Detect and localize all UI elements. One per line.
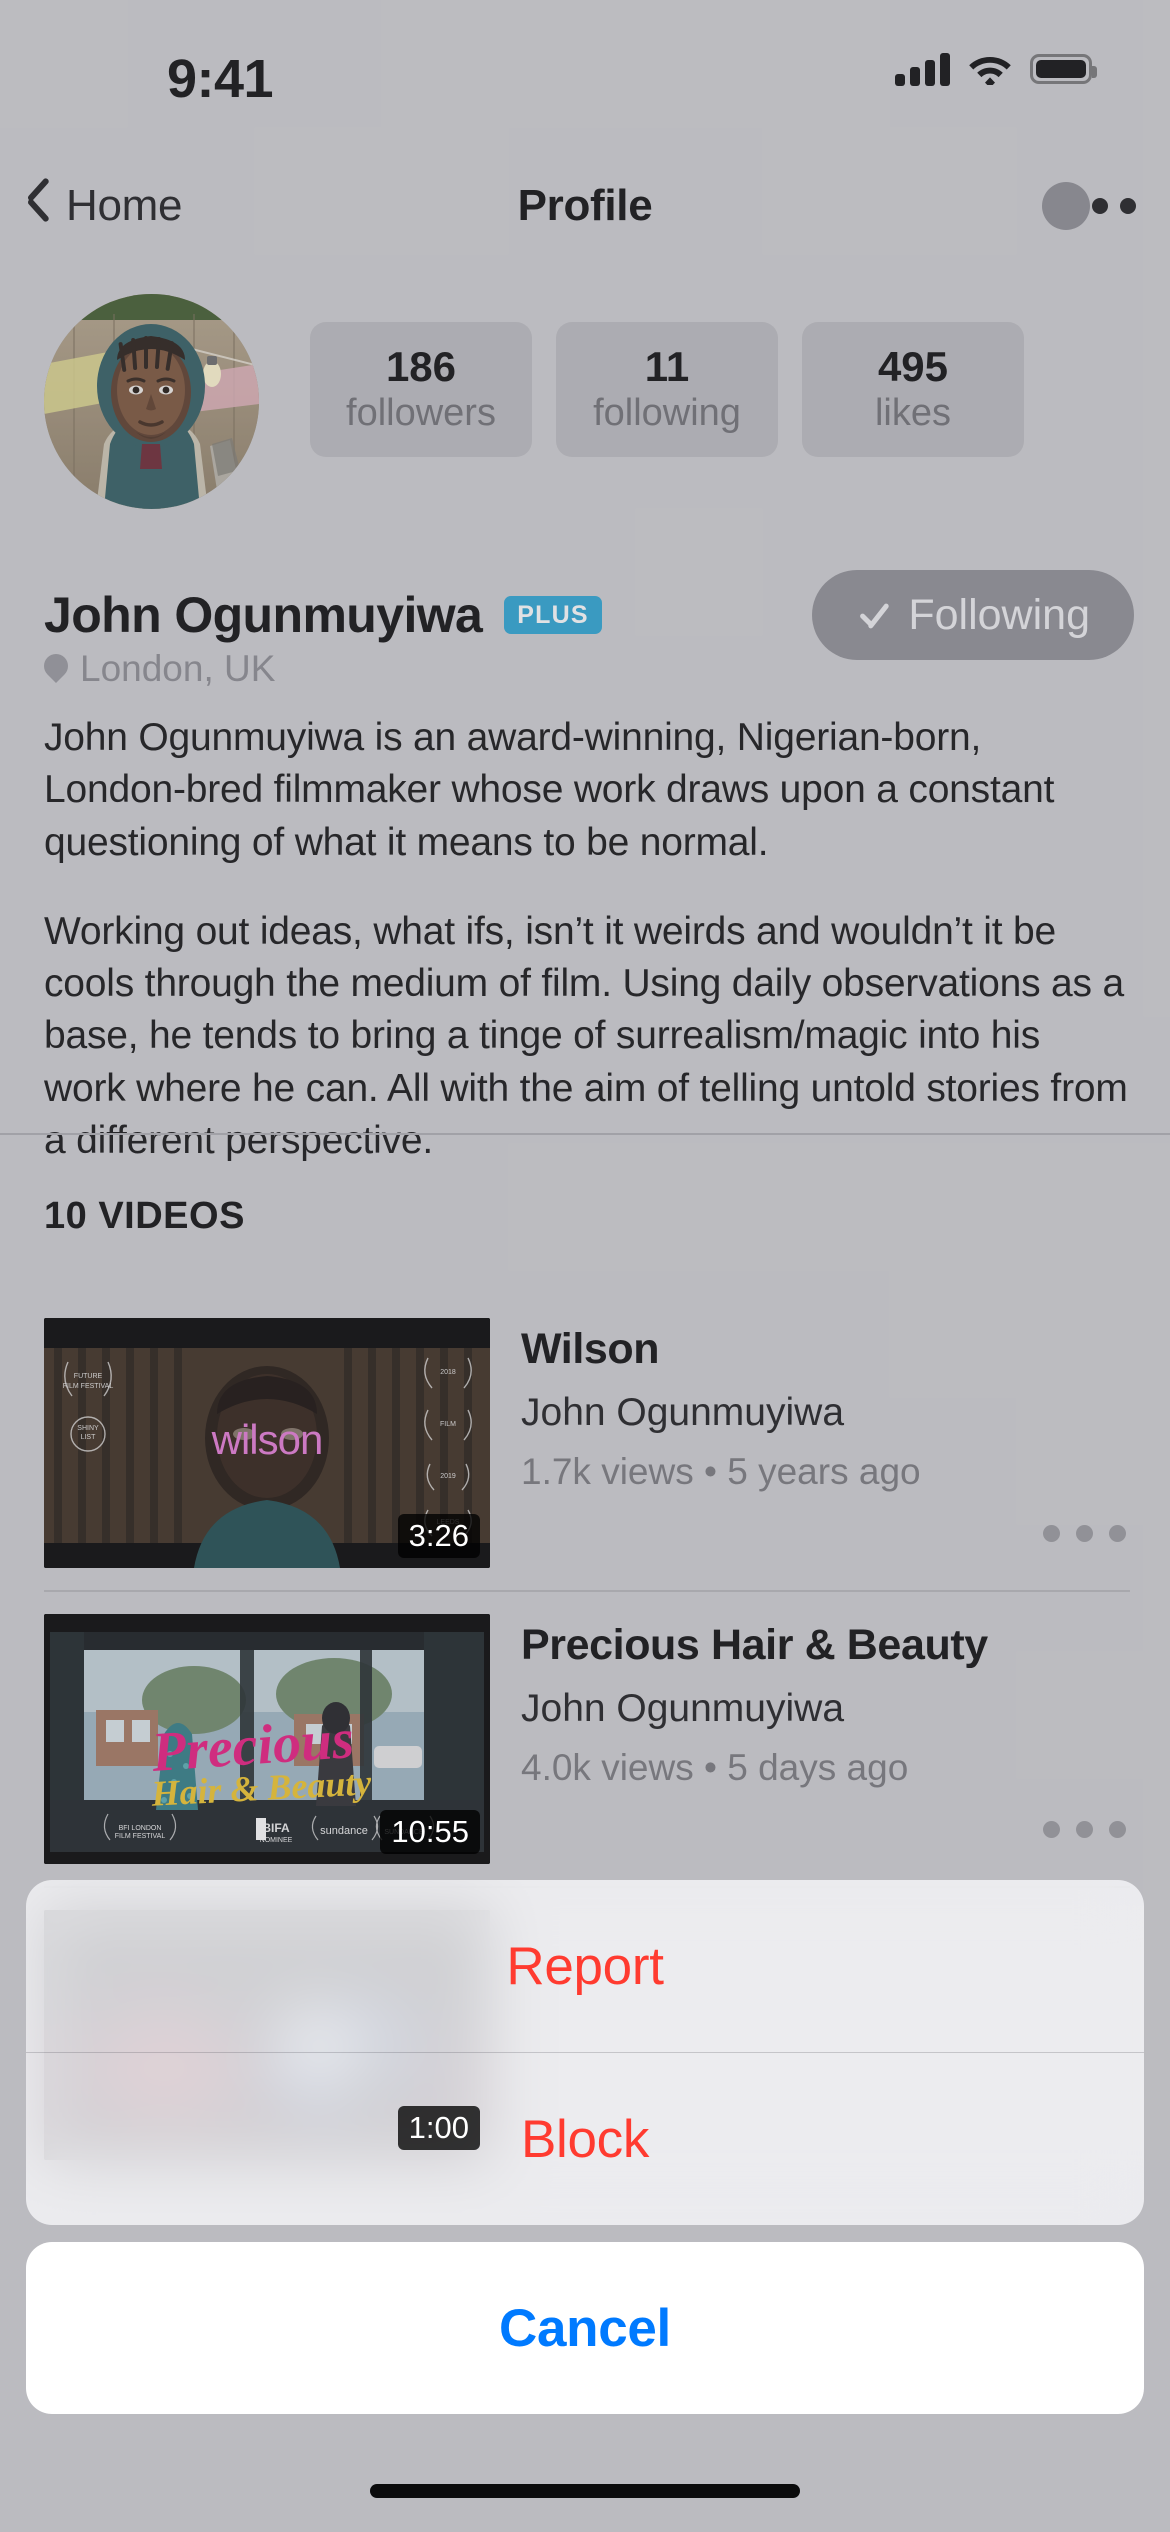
cancel-button[interactable]: Cancel [26,2242,1144,2414]
wifi-icon [968,53,1012,88]
bio-paragraph-1: John Ogunmuyiwa is an award-winning, Nig… [44,716,1055,864]
profile-name: John Ogunmuyiwa [44,587,483,643]
svg-text:2019: 2019 [440,1473,456,1480]
profile-header: 186 followers 11 following 495 likes [0,294,1170,509]
location-pin-icon [44,654,68,684]
stat-following[interactable]: 11 following [556,322,778,457]
video-author: John Ogunmuyiwa [521,1390,845,1434]
navigation-bar: Home Profile [0,150,1170,262]
status-bar-time: 9:41 [166,49,274,109]
nav-avatar [1042,182,1090,230]
section-divider [0,1133,1170,1135]
more-options-button[interactable] [1042,182,1136,230]
profile-stats: 186 followers 11 following 495 likes [310,322,1024,457]
video-title: Precious Hair & Beauty [521,1621,988,1669]
block-button[interactable]: Block [26,2053,1144,2225]
svg-text:sundance: sundance [320,1825,368,1837]
video-duration: 3:26 [397,1514,480,1558]
video-author: John Ogunmuyiwa [521,1686,845,1730]
video-duration: 1:00 [397,2106,480,2150]
video-title: Wilson [521,1325,660,1373]
profile-name-row: John Ogunmuyiwa PLUS Following [44,570,1134,660]
video-more-options-icon[interactable] [1039,1511,1130,1556]
svg-text:LIST: LIST [81,1434,97,1441]
videos-section-heading: 10 VIDEOS [44,1195,245,1237]
profile-bio: John Ogunmuyiwa is an award-winning, Nig… [44,712,1130,1167]
stat-likes-value: 495 [877,342,949,390]
profile-location: London, UK [44,648,275,690]
following-button-label: Following [908,590,1090,639]
svg-text:wilson: wilson [211,1416,323,1463]
table-row[interactable]: wilson FUTURE FILM FESTIVAL SHINY LIST 201… [0,1318,1170,1568]
checkmark-icon [856,598,890,632]
page-title: Profile [517,181,653,230]
profile-location-label: London, UK [80,648,276,689]
svg-text:BFI LONDON: BFI LONDON [119,1825,162,1832]
svg-text:SHINY: SHINY [77,1425,99,1432]
bio-paragraph-2: Working out ideas, what ifs, isn’t it we… [44,909,1128,1162]
stat-followers-value: 186 [385,342,457,390]
video-info: Wilson John Ogunmuyiwa 1.7k views • 5 ye… [490,1318,1130,1568]
video-meta: 1.7k views • 5 years ago [521,1451,921,1493]
plus-badge: PLUS [504,596,602,634]
svg-text:FILM FESTIVAL: FILM FESTIVAL [63,1383,114,1390]
video-thumbnail-wilson[interactable]: wilson FUTURE FILM FESTIVAL SHINY LIST 201… [44,1318,490,1568]
status-bar: 9:41 [0,0,1170,150]
table-row[interactable]: Precious Hair & Beauty BFI LONDON FILM FE… [0,1614,1170,1864]
video-duration: 10:55 [380,1810,480,1854]
status-bar-indicators [895,52,1097,88]
video-thumbnail-precious-hair-and-beauty[interactable]: Precious Hair & Beauty BFI LONDON FILM FE… [44,1614,490,1864]
home-indicator[interactable] [370,2484,800,2498]
battery-icon [1030,54,1097,84]
stat-followers[interactable]: 186 followers [310,322,532,457]
avatar[interactable] [44,294,259,509]
stat-followers-label: followers [346,391,496,434]
stat-following-value: 11 [644,342,690,390]
svg-text:FUTURE: FUTURE [74,1373,103,1380]
action-sheet-cancel-group: Cancel [26,2242,1144,2414]
svg-text:FILM: FILM [440,1421,456,1428]
stat-likes-label: likes [874,391,952,434]
action-sheet: Report Block Cancel [26,1880,1144,2414]
svg-text:2018: 2018 [440,1369,456,1376]
list-divider [44,1590,1130,1592]
report-button[interactable]: Report [26,1880,1144,2052]
video-more-options-icon[interactable] [1039,1807,1130,1852]
svg-text:FILM FESTIVAL: FILM FESTIVAL [115,1833,166,1840]
svg-text:BIFA: BIFA [262,1821,290,1835]
cellular-signal-icon [895,52,950,86]
stat-following-label: following [593,391,741,434]
following-button[interactable]: Following [812,570,1134,660]
video-meta: 4.0k views • 5 days ago [521,1747,909,1789]
more-options-icon [1092,198,1136,214]
video-info: Precious Hair & Beauty John Ogunmuyiwa 4… [490,1614,1130,1864]
action-sheet-actions: Report Block [26,1880,1144,2225]
stat-likes[interactable]: 495 likes [802,322,1024,457]
